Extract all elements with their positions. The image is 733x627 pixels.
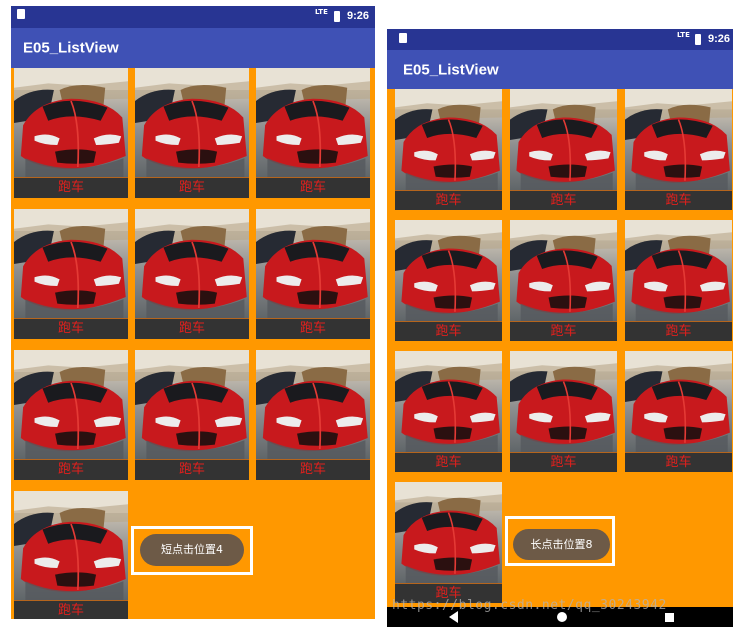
app-title: E05_ListView <box>403 61 499 78</box>
lte-signal-icon: LTE <box>315 8 328 16</box>
status-time: 9:26 <box>708 33 731 45</box>
car-image <box>135 209 249 319</box>
car-image <box>510 220 617 322</box>
right-phone-screen: LTE 9:26 E05_ListView 跑车 跑车 跑车 跑车 跑车 跑车 … <box>387 29 733 627</box>
grid-item[interactable]: 跑车 <box>256 68 370 198</box>
grid-item-label: 跑车 <box>510 321 617 341</box>
car-image <box>14 491 128 601</box>
status-bar: LTE 9:26 <box>387 29 733 50</box>
grid-item-label: 跑车 <box>14 318 128 339</box>
grid-item-label: 跑车 <box>625 452 732 472</box>
car-image <box>256 350 370 460</box>
grid-item-label: 跑车 <box>14 177 128 198</box>
car-image <box>14 209 128 319</box>
grid-item[interactable]: 跑车 <box>510 89 617 210</box>
watermark: https://blog.csdn.net/qq_30243942 <box>392 598 667 613</box>
grid-item[interactable]: 跑车 <box>510 351 617 472</box>
grid-item[interactable]: 跑车 <box>135 209 249 339</box>
sd-card-icon <box>399 33 407 43</box>
left-phone-screen: LTE 9:26 E05_ListView 跑车 跑车 跑车 跑车 跑车 跑车 … <box>11 6 375 619</box>
car-image <box>625 351 732 453</box>
grid-item-label: 跑车 <box>395 321 502 341</box>
grid-view[interactable]: 跑车 跑车 跑车 跑车 跑车 跑车 <box>11 68 375 619</box>
car-image <box>510 351 617 453</box>
car-image <box>395 220 502 322</box>
grid-item-label: 跑车 <box>510 190 617 210</box>
app-title: E05_ListView <box>23 39 119 57</box>
grid-item[interactable]: 跑车 <box>14 491 128 619</box>
grid-item-label: 跑车 <box>256 459 370 480</box>
grid-item-label: 跑车 <box>135 177 249 198</box>
car-image <box>395 89 502 191</box>
grid-item[interactable]: 跑车 <box>14 350 128 480</box>
battery-icon <box>334 11 340 22</box>
grid-item-label: 跑车 <box>135 318 249 339</box>
home-icon[interactable] <box>557 612 567 622</box>
car-image <box>135 68 249 178</box>
app-bar: E05_ListView <box>11 28 375 68</box>
car-image <box>395 482 502 584</box>
grid-item-label: 跑车 <box>256 318 370 339</box>
grid-item[interactable]: 跑车 <box>510 220 617 341</box>
battery-icon <box>695 34 701 45</box>
lte-signal-icon: LTE <box>677 31 690 39</box>
grid-item-label: 跑车 <box>395 452 502 472</box>
grid-item-label: 跑车 <box>395 190 502 210</box>
grid-item[interactable]: 跑车 <box>395 482 502 603</box>
car-image <box>625 89 732 191</box>
grid-item-label: 跑车 <box>14 600 128 619</box>
car-image <box>256 209 370 319</box>
car-image <box>135 350 249 460</box>
car-image <box>14 350 128 460</box>
grid-item[interactable]: 跑车 <box>256 350 370 480</box>
grid-item[interactable]: 跑车 <box>256 209 370 339</box>
grid-item[interactable]: 跑车 <box>395 220 502 341</box>
grid-item-label: 跑车 <box>135 459 249 480</box>
car-image <box>256 68 370 178</box>
grid-item[interactable]: 跑车 <box>395 351 502 472</box>
grid-item[interactable]: 跑车 <box>14 68 128 198</box>
grid-item-label: 跑车 <box>256 177 370 198</box>
car-image <box>510 89 617 191</box>
grid-item[interactable]: 跑车 <box>395 89 502 210</box>
grid-item-label: 跑车 <box>14 459 128 480</box>
grid-item-label: 跑车 <box>625 190 732 210</box>
grid-item-label: 跑车 <box>510 452 617 472</box>
car-image <box>625 220 732 322</box>
toast-message: 短点击位置4 <box>140 534 244 566</box>
grid-item[interactable]: 跑车 <box>625 89 732 210</box>
grid-item-label: 跑车 <box>625 321 732 341</box>
grid-item[interactable]: 跑车 <box>135 68 249 198</box>
grid-item[interactable]: 跑车 <box>625 220 732 341</box>
sd-card-icon <box>17 9 25 19</box>
car-image <box>395 351 502 453</box>
recents-icon[interactable] <box>665 613 674 622</box>
grid-view[interactable]: 跑车 跑车 跑车 跑车 跑车 跑车 <box>387 89 733 607</box>
grid-item[interactable]: 跑车 <box>625 351 732 472</box>
status-bar: LTE 9:26 <box>11 6 375 28</box>
car-image <box>14 68 128 178</box>
grid-item[interactable]: 跑车 <box>135 350 249 480</box>
grid-item[interactable]: 跑车 <box>14 209 128 339</box>
status-time: 9:26 <box>347 10 370 22</box>
app-bar: E05_ListView <box>387 50 733 89</box>
gap <box>375 0 387 627</box>
toast-message: 长点击位置8 <box>513 529 610 560</box>
